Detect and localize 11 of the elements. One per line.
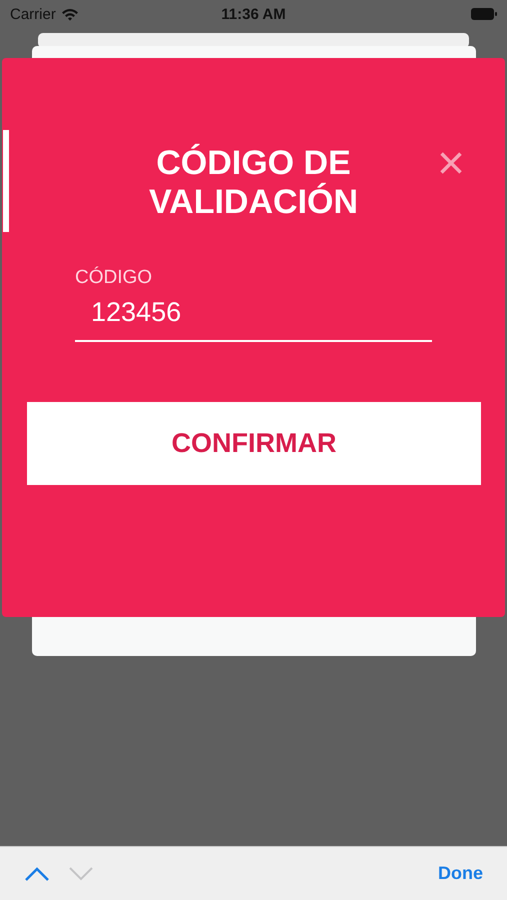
field-label: CÓDIGO bbox=[75, 267, 152, 289]
done-button[interactable]: Done bbox=[438, 863, 483, 884]
wifi-icon bbox=[60, 8, 79, 20]
previous-button[interactable] bbox=[24, 866, 50, 882]
dialog-title: CÓDIGO DE VALIDACIÓN bbox=[148, 144, 360, 222]
battery-icon bbox=[471, 8, 497, 20]
close-button[interactable]: × bbox=[432, 142, 469, 186]
code-field[interactable]: 123456 bbox=[75, 289, 432, 342]
confirm-button[interactable]: CONFIRMAR bbox=[27, 402, 481, 485]
carrier-name: Carrier bbox=[10, 6, 56, 22]
clock-time: 11:36 AM bbox=[221, 6, 286, 22]
